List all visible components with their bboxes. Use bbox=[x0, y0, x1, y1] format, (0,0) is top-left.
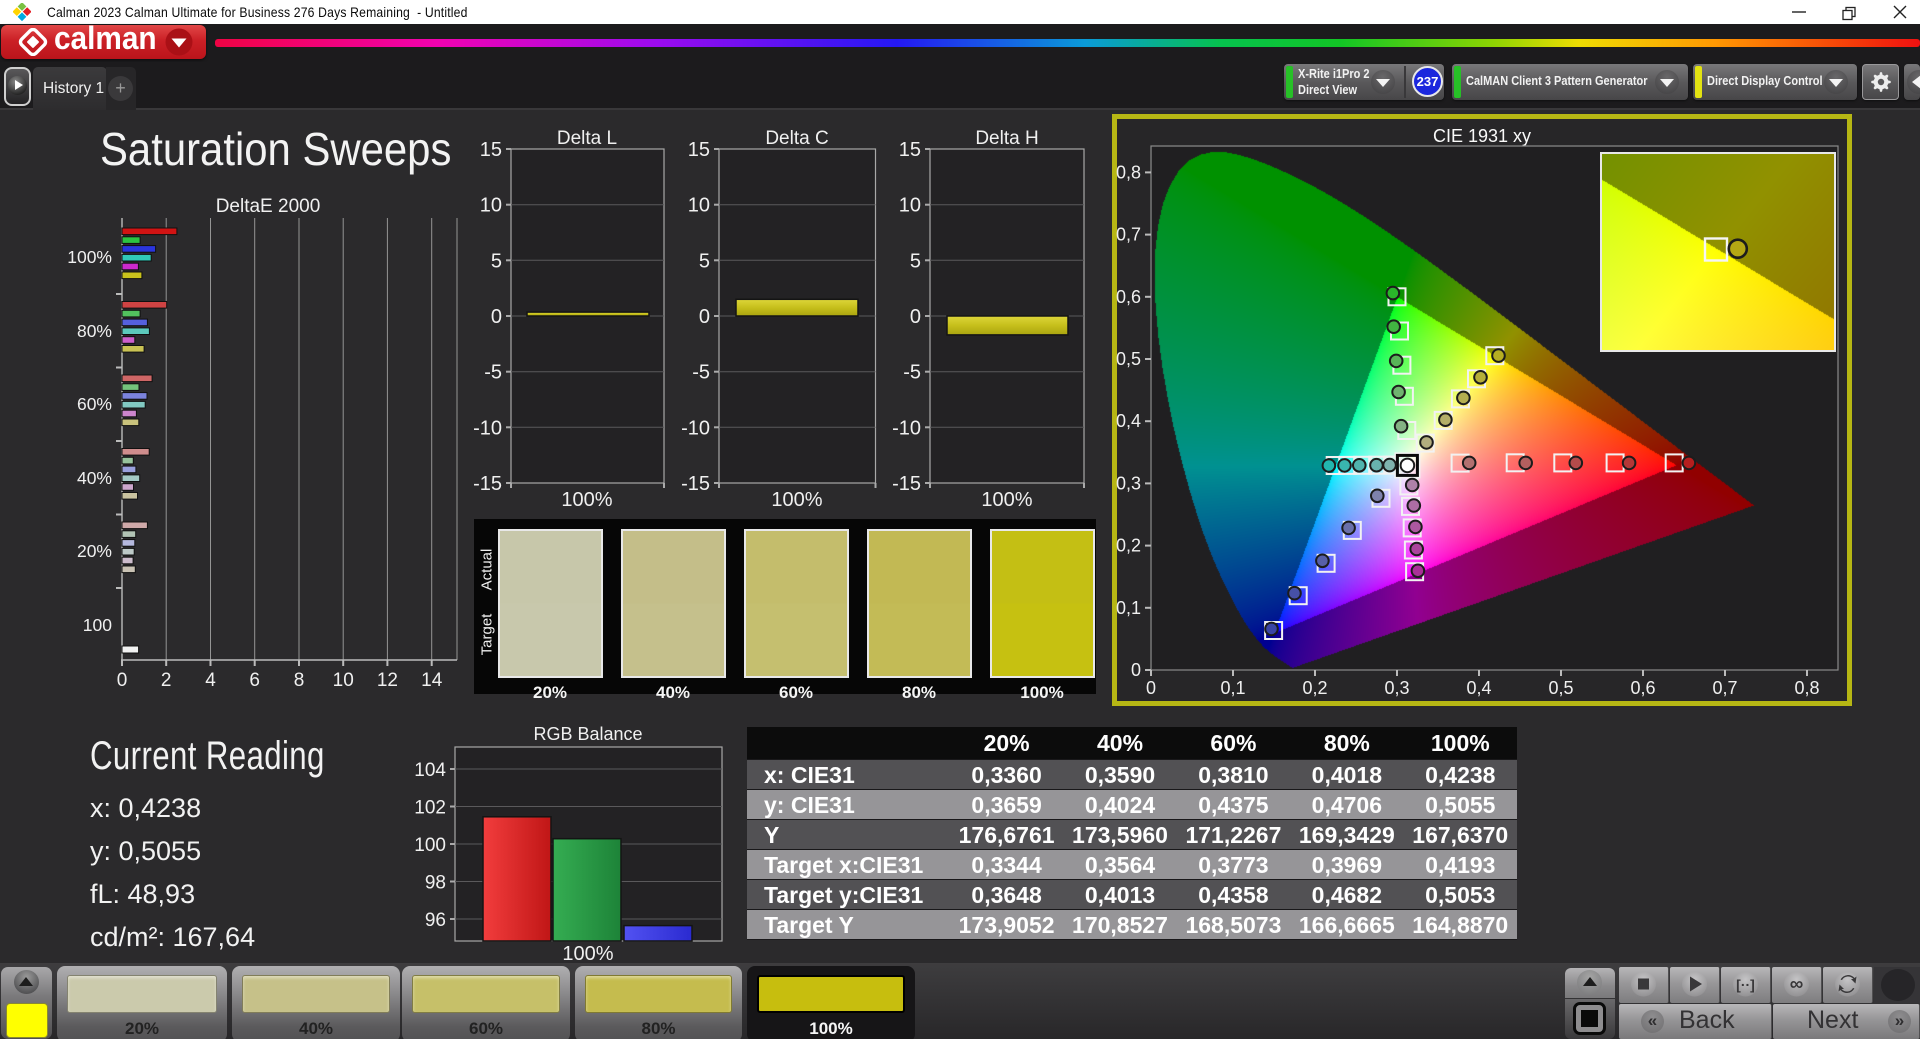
svg-text:0: 0 bbox=[1131, 660, 1141, 680]
svg-text:12: 12 bbox=[377, 670, 398, 691]
svg-text:10: 10 bbox=[480, 195, 502, 217]
svg-text:[··]: [··] bbox=[1736, 977, 1755, 993]
svg-text:5: 5 bbox=[491, 250, 502, 272]
svg-text:-10: -10 bbox=[681, 417, 710, 439]
svg-text:100: 100 bbox=[414, 835, 446, 856]
svg-text:0,1: 0,1 bbox=[1220, 678, 1245, 698]
svg-text:-15: -15 bbox=[473, 473, 502, 495]
svg-text:102: 102 bbox=[414, 798, 446, 819]
svg-text:40%: 40% bbox=[77, 468, 112, 488]
svg-text:-5: -5 bbox=[903, 362, 921, 384]
svg-text:0,7: 0,7 bbox=[1712, 678, 1737, 698]
svg-text:0,2: 0,2 bbox=[1116, 536, 1141, 556]
svg-text:DeltaE 2000: DeltaE 2000 bbox=[216, 196, 321, 217]
svg-text:0,1: 0,1 bbox=[1116, 598, 1141, 618]
svg-text:0: 0 bbox=[910, 306, 921, 328]
svg-text:0: 0 bbox=[1146, 678, 1156, 698]
svg-text:100%: 100% bbox=[981, 489, 1032, 511]
svg-text:20%: 20% bbox=[77, 541, 112, 561]
svg-text:5: 5 bbox=[910, 250, 921, 272]
svg-text:6: 6 bbox=[249, 670, 260, 691]
svg-text:14: 14 bbox=[421, 670, 443, 691]
svg-text:100: 100 bbox=[83, 615, 112, 635]
svg-text:15: 15 bbox=[688, 139, 710, 161]
svg-text:0,8: 0,8 bbox=[1116, 162, 1141, 182]
svg-text:100%: 100% bbox=[562, 943, 613, 965]
svg-text:100%: 100% bbox=[67, 247, 112, 267]
svg-text:15: 15 bbox=[480, 139, 502, 161]
svg-text:0,4: 0,4 bbox=[1466, 678, 1491, 698]
svg-text:CIE 1931 xy: CIE 1931 xy bbox=[1433, 126, 1531, 146]
svg-text:60%: 60% bbox=[77, 394, 112, 414]
svg-text:0,3: 0,3 bbox=[1116, 473, 1141, 493]
svg-text:-10: -10 bbox=[473, 417, 502, 439]
svg-text:-5: -5 bbox=[692, 362, 710, 384]
svg-text:0,2: 0,2 bbox=[1302, 678, 1327, 698]
svg-text:8: 8 bbox=[294, 670, 305, 691]
svg-text:-5: -5 bbox=[484, 362, 502, 384]
svg-text:100%: 100% bbox=[771, 489, 822, 511]
svg-text:-10: -10 bbox=[892, 417, 921, 439]
svg-text:98: 98 bbox=[425, 873, 446, 894]
svg-text:2: 2 bbox=[161, 670, 172, 691]
svg-text:96: 96 bbox=[425, 910, 446, 931]
svg-text:0: 0 bbox=[699, 306, 710, 328]
svg-text:100%: 100% bbox=[561, 489, 612, 511]
svg-text:0,6: 0,6 bbox=[1116, 287, 1141, 307]
svg-text:104: 104 bbox=[414, 760, 446, 781]
svg-text:10: 10 bbox=[333, 670, 354, 691]
svg-text:RGB Balance: RGB Balance bbox=[533, 725, 642, 744]
svg-text:0,3: 0,3 bbox=[1384, 678, 1409, 698]
svg-text:-15: -15 bbox=[892, 473, 921, 495]
svg-text:4: 4 bbox=[205, 670, 216, 691]
svg-text:0,5: 0,5 bbox=[1116, 349, 1141, 369]
svg-text:0,5: 0,5 bbox=[1548, 678, 1573, 698]
svg-text:10: 10 bbox=[899, 195, 921, 217]
svg-text:0,4: 0,4 bbox=[1116, 411, 1141, 431]
svg-text:Delta C: Delta C bbox=[765, 128, 828, 149]
svg-text:10: 10 bbox=[688, 195, 710, 217]
svg-text:-15: -15 bbox=[681, 473, 710, 495]
svg-text:0: 0 bbox=[117, 670, 128, 691]
svg-text:Delta L: Delta L bbox=[557, 128, 617, 149]
svg-text:5: 5 bbox=[699, 250, 710, 272]
svg-text:0,8: 0,8 bbox=[1794, 678, 1819, 698]
svg-text:80%: 80% bbox=[77, 321, 112, 341]
svg-text:0,6: 0,6 bbox=[1630, 678, 1655, 698]
svg-text:∞: ∞ bbox=[1790, 974, 1804, 995]
svg-text:0: 0 bbox=[491, 306, 502, 328]
svg-text:Delta H: Delta H bbox=[975, 128, 1038, 149]
svg-text:15: 15 bbox=[899, 139, 921, 161]
svg-text:0,7: 0,7 bbox=[1116, 225, 1141, 245]
